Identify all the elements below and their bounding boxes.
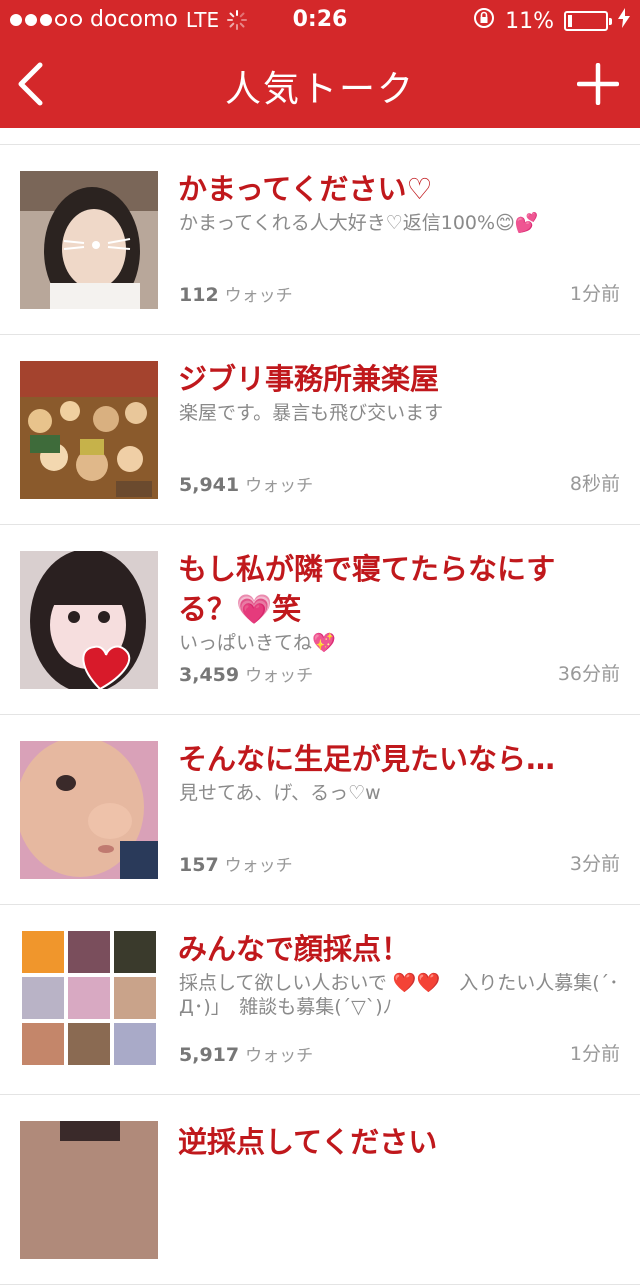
activity-spinner-icon <box>227 9 248 30</box>
navigation-bar: 人気トーク <box>0 40 640 128</box>
talk-title: もし私が隣で寝てたらなにする？💗笑 <box>178 552 556 626</box>
watch-number: 157 <box>179 854 219 876</box>
talk-thumbnail <box>20 171 158 309</box>
watch-count: 157 ウォッチ <box>179 851 293 876</box>
status-right: 11% <box>473 7 630 35</box>
thumbnail-grid <box>22 931 156 1065</box>
talk-title: かまってください♡ <box>178 172 433 206</box>
talk-thumbnail <box>20 741 158 879</box>
battery-percent: 11% <box>505 8 554 34</box>
battery-icon <box>564 11 612 31</box>
talk-thumbnail <box>20 361 158 499</box>
status-bar: docomo LTE 0:26 11% <box>0 0 640 40</box>
talk-list-item[interactable]: かまってください♡ かまってくれる人大好き♡返信100%😊💕 112 ウォッチ 1… <box>0 145 640 335</box>
talk-list-item[interactable]: ジブリ事務所兼楽屋 楽屋です。暴言も飛び交います 5,941 ウォッチ 8秒前 <box>0 335 640 525</box>
watch-label: ウォッチ <box>245 666 314 686</box>
watch-label: ウォッチ <box>224 856 293 876</box>
network-label: LTE <box>185 7 220 32</box>
talk-description: 見せてあ、げ、るっ♡w <box>179 782 381 804</box>
talk-thumbnail <box>20 1121 158 1259</box>
carrier-label: docomo <box>90 7 178 32</box>
add-talk-button[interactable] <box>572 58 624 110</box>
watch-count: 5,917 ウォッチ <box>179 1041 313 1066</box>
talk-title: そんなに生足が見たいなら… <box>178 742 556 776</box>
status-left: docomo LTE <box>10 7 248 32</box>
watch-label: ウォッチ <box>224 286 293 306</box>
watch-number: 3,459 <box>179 664 240 686</box>
charging-icon <box>618 8 630 34</box>
talk-list-item[interactable]: みんなで顔採点！ 採点して欲しい人おいで ❤️❤️ 入りたい人募集(´･Д･)」… <box>0 905 640 1095</box>
talk-list: かまってください♡ かまってくれる人大好き♡返信100%😊💕 112 ウォッチ 1… <box>0 128 640 1285</box>
talk-list-item[interactable]: 逆採点してください <box>0 1095 640 1285</box>
signal-strength-icon <box>10 13 82 26</box>
time-ago: 8秒前 <box>569 473 620 495</box>
time-ago: 36分前 <box>557 663 620 685</box>
watch-number: 112 <box>179 284 219 306</box>
watch-number: 5,917 <box>179 1044 240 1066</box>
rotation-lock-icon <box>473 7 495 35</box>
page-title: 人気トーク <box>224 69 415 110</box>
talk-description: 採点して欲しい人おいで ❤️❤️ 入りたい人募集(´･Д･)」 雑談も募集(´▽… <box>179 972 619 1018</box>
talk-description: いっぱいきてね💖 <box>179 632 336 654</box>
time-ago: 1分前 <box>569 283 620 305</box>
time-ago: 1分前 <box>569 1043 620 1065</box>
watch-count: 3,459 ウォッチ <box>179 661 313 686</box>
talk-thumbnail <box>22 931 160 1069</box>
watch-number: 5,941 <box>179 474 240 496</box>
watch-count: 112 ウォッチ <box>179 281 293 306</box>
talk-list-item[interactable]: もし私が隣で寝てたらなにする？💗笑 いっぱいきてね💖 3,459 ウォッチ 36分… <box>0 525 640 715</box>
talk-description: かまってくれる人大好き♡返信100%😊💕 <box>179 212 539 234</box>
talk-thumbnail <box>20 551 158 689</box>
watch-label: ウォッチ <box>245 1046 314 1066</box>
talk-title: 逆採点してください <box>178 1125 438 1159</box>
talk-title: みんなで顔採点！ <box>178 932 411 966</box>
watch-count: 5,941 ウォッチ <box>179 471 313 496</box>
watch-label: ウォッチ <box>245 476 314 496</box>
plus-icon <box>577 63 619 105</box>
talk-title: ジブリ事務所兼楽屋 <box>178 362 440 396</box>
talk-list-item[interactable]: そんなに生足が見たいなら… 見せてあ、げ、るっ♡w 157 ウォッチ 3分前 <box>0 715 640 905</box>
talk-description: 楽屋です。暴言も飛び交います <box>179 402 444 424</box>
time-ago: 3分前 <box>569 853 620 875</box>
